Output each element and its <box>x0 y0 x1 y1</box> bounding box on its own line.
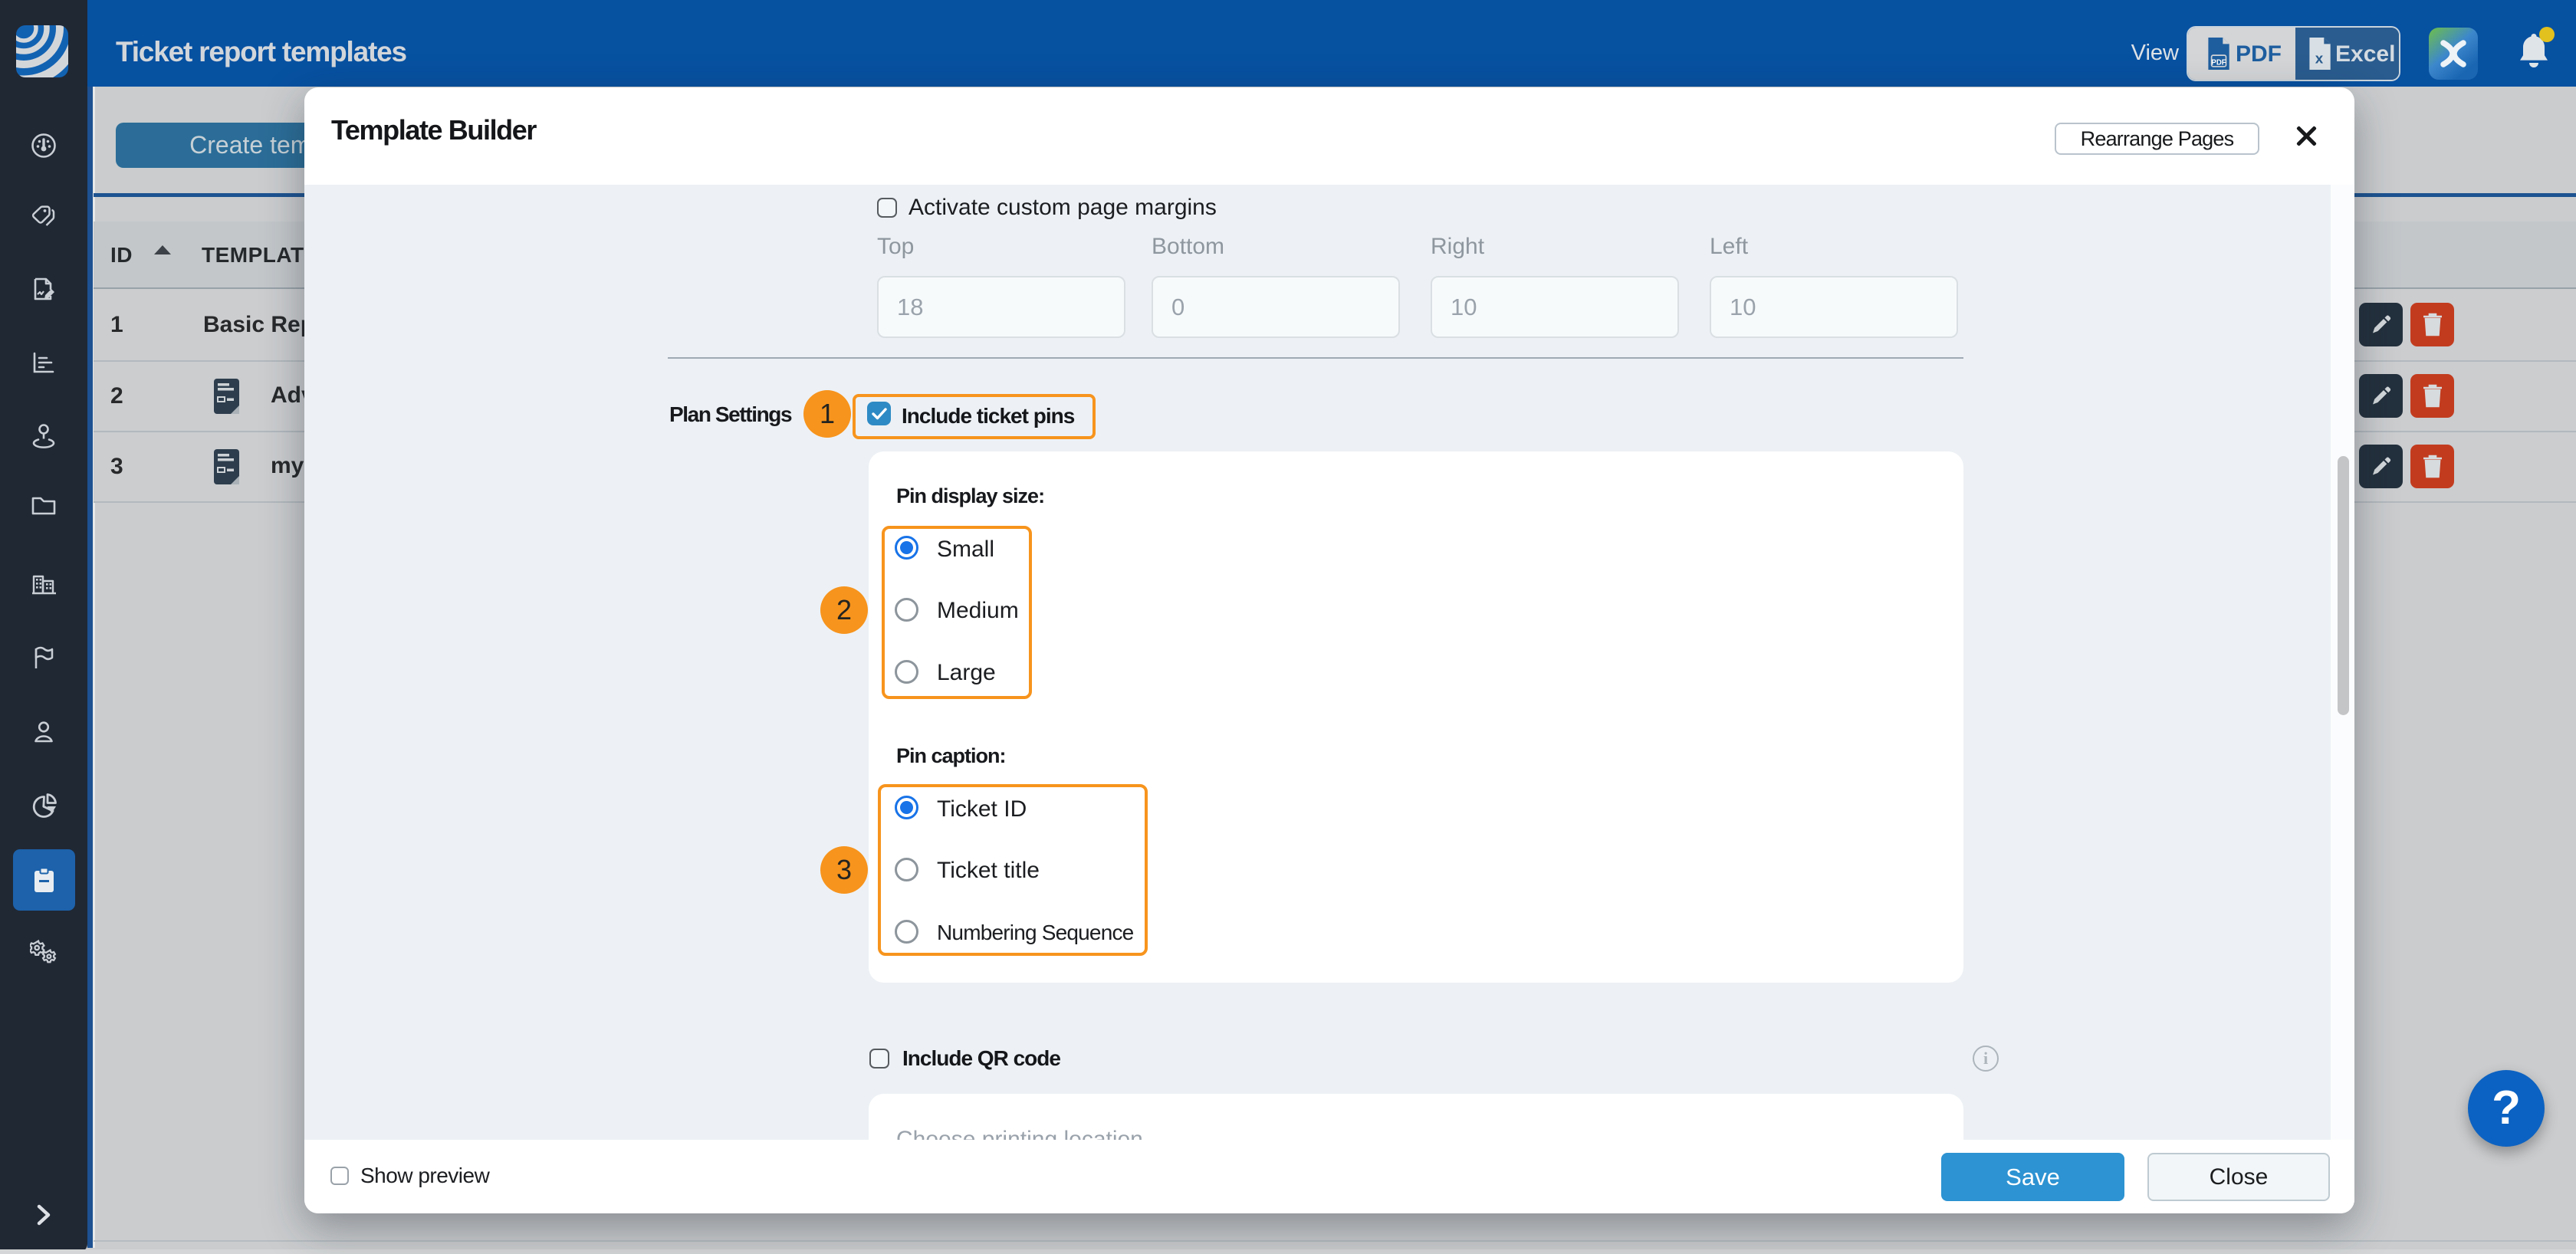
svg-text:x: x <box>2315 51 2324 67</box>
svg-text:PDF: PDF <box>2211 58 2226 67</box>
